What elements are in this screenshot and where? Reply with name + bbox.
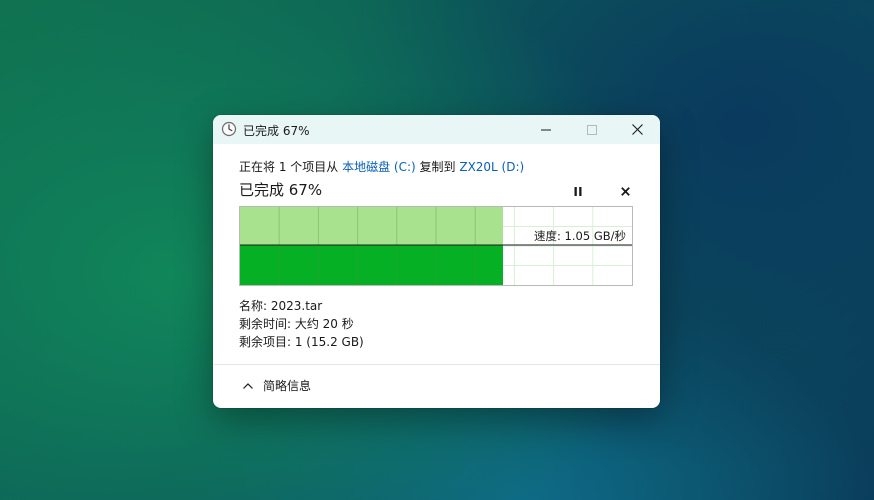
transfer-middle: 复制到 <box>415 160 460 174</box>
maximize-icon <box>587 124 597 135</box>
close-button[interactable] <box>614 115 660 144</box>
source-link[interactable]: 本地磁盘 (C:) <box>342 160 416 174</box>
fewer-details-toggle[interactable]: 简略信息 <box>241 377 311 394</box>
transfer-prefix: 正在将 1 个项目从 <box>239 160 343 174</box>
speed-graph: 速度: 1.05 GB/秒 <box>239 206 633 286</box>
maximize-button[interactable] <box>569 115 615 144</box>
time-remaining: 剩余时间: 大约 20 秒 <box>239 317 354 331</box>
transfer-description: 正在将 1 个项目从 本地磁盘 (C:) 复制到 ZX20L (D:) <box>239 158 524 175</box>
window-title: 已完成 67% <box>243 124 310 138</box>
cancel-button[interactable] <box>616 183 634 199</box>
destination-link[interactable]: ZX20L (D:) <box>459 160 524 174</box>
transfer-details: 名称: 2023.tar 剩余时间: 大约 20 秒 剩余项目: 1 (15.2… <box>239 297 364 351</box>
file-name: 名称: 2023.tar <box>239 299 323 313</box>
clock-icon <box>221 121 237 137</box>
fewer-details-label: 简略信息 <box>263 379 312 393</box>
speed-readout: 速度: 1.05 GB/秒 <box>534 229 626 243</box>
speed-graph-canvas <box>240 207 632 285</box>
cancel-icon <box>620 186 630 196</box>
close-icon <box>631 124 643 135</box>
pause-icon <box>574 186 582 196</box>
progress-heading: 已完成 67% <box>239 181 323 199</box>
title-bar[interactable]: 已完成 67% <box>213 115 660 144</box>
items-remaining: 剩余项目: 1 (15.2 GB) <box>239 335 364 349</box>
chevron-up-icon <box>243 382 253 389</box>
minimize-button[interactable] <box>523 115 569 144</box>
copy-progress-dialog: 已完成 67% 正在将 1 个项目从 本地磁盘 (C:) 复制到 ZX20L (… <box>213 115 660 408</box>
pause-button[interactable] <box>569 183 587 199</box>
minimize-icon <box>541 129 551 130</box>
footer-divider <box>213 364 660 365</box>
